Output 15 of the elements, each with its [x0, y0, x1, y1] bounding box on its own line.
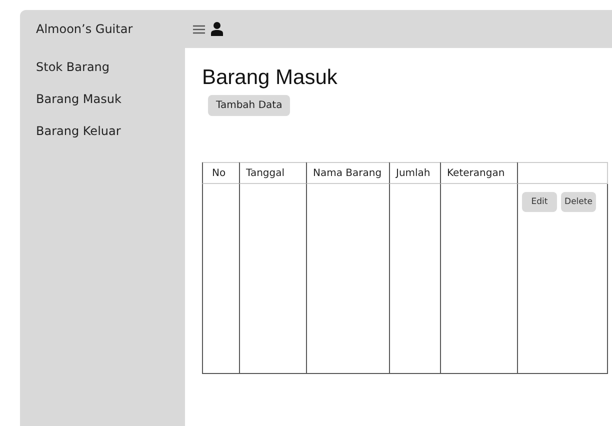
- add-data-button[interactable]: Tambah Data: [208, 95, 290, 116]
- column-header: Tanggal: [239, 162, 306, 184]
- menu-icon[interactable]: [193, 24, 205, 34]
- sidebar-item[interactable]: Barang Masuk: [36, 88, 185, 110]
- column-header: Nama Barang: [306, 162, 389, 184]
- user-icon[interactable]: [211, 22, 223, 36]
- edit-button[interactable]: Edit: [522, 192, 557, 212]
- sidebar-item[interactable]: Barang Keluar: [36, 120, 185, 142]
- column-header: Jumlah: [389, 162, 440, 184]
- sidebar-item[interactable]: Stok Barang: [36, 56, 185, 78]
- delete-button[interactable]: Delete: [561, 192, 596, 212]
- column-header: Keterangan: [440, 162, 517, 184]
- page-title: Barang Masuk: [202, 66, 338, 90]
- brand-title: Almoon’s Guitar: [35, 22, 134, 36]
- column-header: No: [202, 162, 239, 184]
